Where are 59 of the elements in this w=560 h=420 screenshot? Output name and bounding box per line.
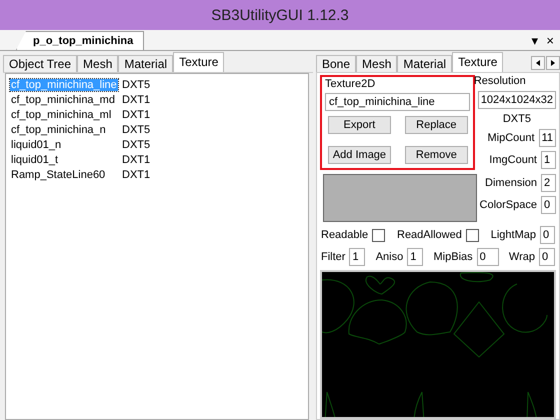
texture-format: DXT5 [122, 138, 150, 150]
value-field[interactable]: 0 [539, 248, 555, 266]
scroll-left-button[interactable] [531, 56, 545, 70]
document-tab[interactable]: p_o_top_minichina [16, 31, 144, 50]
field-label: ImgCount [489, 154, 537, 166]
checkbox-label: Readable [321, 229, 368, 241]
field-label: MipCount [488, 132, 535, 144]
value-field[interactable]: 1 [349, 248, 366, 266]
texture-name[interactable]: Ramp_StateLine60 [10, 168, 118, 180]
action-button[interactable]: Replace [404, 116, 468, 134]
value-field[interactable]: 0 [541, 196, 556, 214]
action-button[interactable]: Remove [404, 146, 468, 164]
name-field[interactable]: cf_top_minichina_line [325, 93, 470, 111]
checkbox-label: ReadAllowed [397, 229, 462, 241]
value-field[interactable]: 11 [538, 129, 556, 147]
texture-format: DXT1 [122, 108, 150, 120]
action-button[interactable]: Export [328, 116, 391, 134]
left-arrow-icon [536, 60, 540, 66]
value-field[interactable]: 2 [541, 174, 556, 192]
checkbox[interactable] [466, 228, 479, 242]
tab[interactable]: Object Tree [3, 55, 78, 72]
field-label: LightMap [490, 229, 536, 241]
window-control[interactable]: × [546, 32, 554, 48]
tab[interactable]: Bone [316, 55, 356, 72]
field-label: ColorSpace [480, 199, 537, 211]
tab[interactable]: Texture [173, 52, 224, 72]
field-label: MipBias [434, 251, 473, 263]
field-label: Dimension [485, 177, 537, 189]
tab[interactable]: Material [397, 55, 452, 72]
action-button[interactable]: Add Image [328, 146, 391, 164]
tab[interactable]: Mesh [77, 55, 118, 72]
texture-format: DXT1 [122, 154, 150, 166]
tab[interactable]: Mesh [356, 55, 398, 72]
scroll-right-button[interactable] [546, 56, 560, 70]
field-label: Filter [321, 251, 346, 263]
texture-name[interactable]: liquid01_t [10, 154, 118, 166]
texture-format: DXT5 [122, 78, 150, 90]
value-field[interactable]: 1 [541, 151, 556, 169]
texture-name[interactable]: cf_top_minichina_md [10, 94, 118, 106]
right-arrow-icon [551, 60, 555, 66]
texture-name[interactable]: liquid01_n [10, 138, 118, 150]
checkbox[interactable] [372, 228, 386, 242]
tab[interactable]: Material [118, 55, 174, 72]
field-label: Aniso [376, 251, 404, 263]
field-label: Wrap [508, 251, 535, 263]
texture-name[interactable]: cf_top_minichina_n [10, 124, 118, 136]
texture-name[interactable]: cf_top_minichina_ml [10, 108, 118, 120]
tab[interactable]: Texture [452, 52, 504, 72]
group-label: Texture2D [325, 78, 376, 90]
texture-format: DXT5 [122, 124, 150, 136]
texture-format: DXT1 [122, 94, 150, 106]
resolution-field[interactable]: 1024x1024x32 [478, 91, 556, 109]
window-control[interactable]: ▾ [531, 32, 538, 48]
value-field[interactable]: 0 [540, 226, 555, 244]
value-field[interactable]: 0 [476, 248, 499, 266]
format-label: DXT5 [502, 113, 531, 125]
window-title: SB3UtilityGUI 1.12.3 [0, 0, 560, 30]
texture-format: DXT1 [122, 168, 150, 180]
value-field[interactable]: 1 [407, 248, 424, 266]
